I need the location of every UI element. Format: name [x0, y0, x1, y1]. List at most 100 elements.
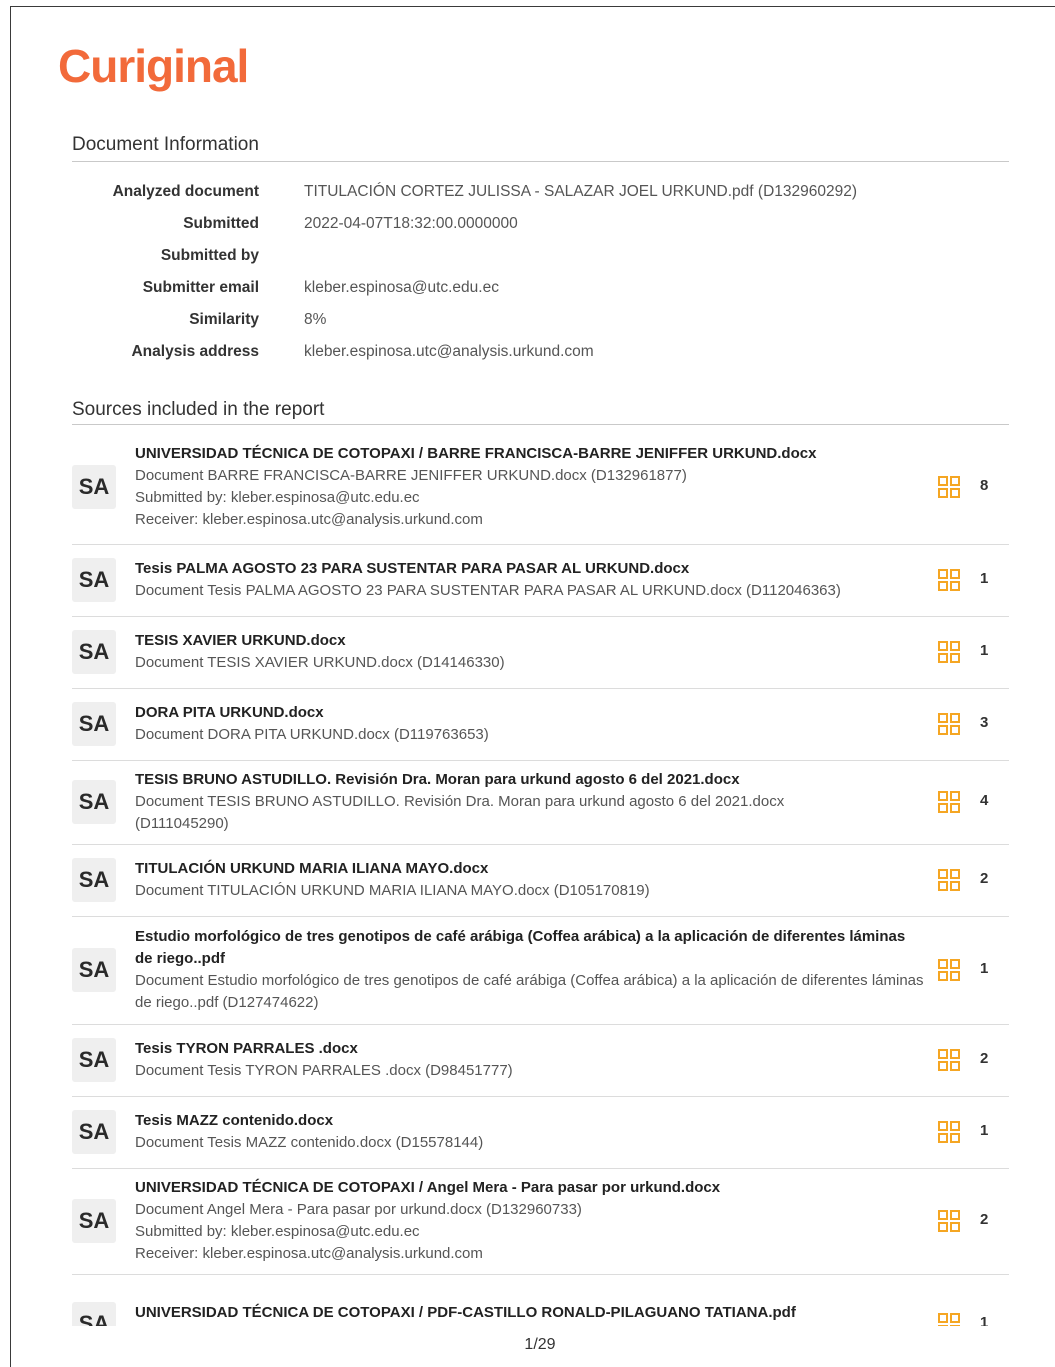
source-item[interactable]: SA TITULACIÓN URKUND MARIA ILIANA MAYO.do… — [72, 844, 1009, 917]
grid-icon[interactable] — [938, 569, 960, 591]
source-type-badge: SA — [72, 1110, 116, 1154]
source-title[interactable]: TESIS BRUNO ASTUDILLO. Revisión Dra. Mor… — [135, 769, 925, 791]
grid-icon[interactable] — [938, 1121, 960, 1143]
source-title[interactable]: UNIVERSIDAD TÉCNICA DE COTOPAXI / PDF-CA… — [135, 1302, 925, 1324]
info-label: Submitter email — [142, 279, 259, 296]
info-value: TITULACIÓN CORTEZ JULISSA - SALAZAR JOEL… — [304, 183, 858, 200]
match-count: 1 — [980, 642, 989, 659]
source-details: TITULACIÓN URKUND MARIA ILIANA MAYO.docx… — [135, 858, 925, 902]
source-details: TESIS BRUNO ASTUDILLO. Revisión Dra. Mor… — [135, 769, 925, 835]
info-value: 2022-04-07T18:32:00.0000000 — [304, 215, 518, 232]
grid-icon[interactable] — [938, 959, 960, 981]
match-count: 2 — [980, 1050, 989, 1067]
info-row: Analysis address kleber.espinosa.utc@anal… — [72, 336, 1009, 368]
source-title[interactable]: Estudio morfológico de tres genotipos de… — [135, 926, 925, 970]
source-title[interactable]: UNIVERSIDAD TÉCNICA DE COTOPAXI / BARRE … — [135, 443, 925, 465]
source-details: TESIS XAVIER URKUND.docx Document TESIS X… — [135, 630, 925, 674]
info-label: Analysis address — [131, 343, 259, 360]
source-item[interactable]: SA DORA PITA URKUND.docx Document DORA PIT… — [72, 688, 1009, 761]
source-item[interactable]: SA TESIS BRUNO ASTUDILLO. Revisión Dra. M… — [72, 760, 1009, 845]
source-item[interactable]: SA UNIVERSIDAD TÉCNICA DE COTOPAXI / Ange… — [72, 1168, 1009, 1275]
source-detail-line: Document PDF-CASTILLO RONALD-PILAGUANO T… — [135, 1324, 925, 1326]
document-information-heading: Document Information — [72, 134, 259, 155]
source-item[interactable]: SA UNIVERSIDAD TÉCNICA DE COTOPAXI / BARR… — [72, 430, 1009, 545]
source-item[interactable]: SA Estudio morfológico de tres genotipos … — [72, 916, 1009, 1025]
source-details: DORA PITA URKUND.docx Document DORA PITA … — [135, 702, 925, 746]
source-detail-line: Document Tesis PALMA AGOSTO 23 PARA SUST… — [135, 582, 841, 599]
section-divider — [72, 424, 1009, 425]
info-label: Submitted by — [160, 247, 259, 264]
grid-icon[interactable] — [938, 641, 960, 663]
source-detail-line: Document Tesis MAZZ contenido.docx (D155… — [135, 1134, 484, 1151]
source-details: Estudio morfológico de tres genotipos de… — [135, 926, 925, 1014]
source-title[interactable]: TITULACIÓN URKUND MARIA ILIANA MAYO.docx — [135, 858, 925, 880]
grid-icon[interactable] — [938, 476, 960, 498]
source-detail-line: Document BARRE FRANCISCA-BARRE JENIFFER … — [135, 467, 687, 484]
grid-icon[interactable] — [938, 1313, 960, 1326]
source-detail-line: Receiver: kleber.espinosa.utc@analysis.u… — [135, 1245, 483, 1262]
brand-logo: Curiginal — [58, 40, 249, 92]
match-count: 1 — [980, 960, 989, 977]
source-type-badge: SA — [72, 780, 116, 824]
info-label: Similarity — [189, 311, 259, 328]
source-detail-line: Submitted by: kleber.espinosa@utc.edu.ec — [135, 1223, 420, 1240]
source-detail-line: Document TITULACIÓN URKUND MARIA ILIANA … — [135, 882, 650, 899]
source-title[interactable]: UNIVERSIDAD TÉCNICA DE COTOPAXI / Angel … — [135, 1177, 925, 1199]
source-type-badge: SA — [72, 558, 116, 602]
info-row: Analyzed document TITULACIÓN CORTEZ JULIS… — [72, 176, 1009, 208]
source-details: Tesis TYRON PARRALES .docx Document Tesis… — [135, 1038, 925, 1082]
page-content: Curiginal Document Information Analyzed … — [0, 0, 1055, 1326]
source-detail-line: Submitted by: kleber.espinosa@utc.edu.ec — [135, 489, 420, 506]
source-details: Tesis MAZZ contenido.docx Document Tesis … — [135, 1110, 925, 1154]
page-number: 1/29 — [524, 1336, 556, 1353]
info-value: kleber.espinosa.utc@analysis.urkund.com — [304, 343, 594, 360]
source-title[interactable]: Tesis TYRON PARRALES .docx — [135, 1038, 925, 1060]
source-type-badge: SA — [72, 465, 116, 509]
source-item[interactable]: SA Tesis PALMA AGOSTO 23 PARA SUSTENTAR P… — [72, 544, 1009, 617]
source-details: UNIVERSIDAD TÉCNICA DE COTOPAXI / Angel … — [135, 1177, 925, 1265]
source-detail-line: Document TESIS XAVIER URKUND.docx (D1414… — [135, 654, 505, 671]
grid-icon[interactable] — [938, 869, 960, 891]
source-type-badge: SA — [72, 702, 116, 746]
source-title[interactable]: DORA PITA URKUND.docx — [135, 702, 925, 724]
info-label: Analyzed document — [112, 183, 259, 200]
match-count: 3 — [980, 714, 989, 731]
source-type-badge: SA — [72, 630, 116, 674]
sources-heading: Sources included in the report — [72, 399, 325, 420]
source-title[interactable]: Tesis MAZZ contenido.docx — [135, 1110, 925, 1132]
source-details: Tesis PALMA AGOSTO 23 PARA SUSTENTAR PAR… — [135, 558, 925, 602]
source-type-badge: SA — [72, 948, 116, 992]
match-count: 1 — [980, 570, 989, 587]
source-detail-line: Document DORA PITA URKUND.docx (D1197636… — [135, 726, 489, 743]
grid-icon[interactable] — [938, 1210, 960, 1232]
source-item[interactable]: SA Tesis MAZZ contenido.docx Document Tesi… — [72, 1096, 1009, 1169]
source-type-badge: SA — [72, 1038, 116, 1082]
source-details: UNIVERSIDAD TÉCNICA DE COTOPAXI / PDF-CA… — [135, 1302, 925, 1326]
grid-icon[interactable] — [938, 713, 960, 735]
grid-icon[interactable] — [938, 791, 960, 813]
source-detail-line: Document TESIS BRUNO ASTUDILLO. Revisión… — [135, 793, 785, 810]
source-type-badge: SA — [72, 858, 116, 902]
source-title[interactable]: Tesis PALMA AGOSTO 23 PARA SUSTENTAR PAR… — [135, 558, 925, 580]
source-detail-line: Document Estudio morfológico de tres gen… — [135, 972, 924, 1011]
info-row: Submitter email kleber.espinosa@utc.edu.e… — [72, 272, 1009, 304]
source-item[interactable]: SA Tesis TYRON PARRALES .docx Document Tes… — [72, 1024, 1009, 1097]
info-value: 8% — [304, 311, 327, 328]
match-count: 2 — [980, 870, 989, 887]
info-row: Similarity 8% — [72, 304, 1009, 336]
source-title[interactable]: TESIS XAVIER URKUND.docx — [135, 630, 925, 652]
section-divider — [72, 161, 1009, 162]
grid-icon[interactable] — [938, 1049, 960, 1071]
source-detail-line: Receiver: kleber.espinosa.utc@analysis.u… — [135, 511, 483, 528]
info-label: Submitted — [183, 215, 259, 232]
source-type-badge: SA — [72, 1199, 116, 1243]
source-type-badge: SA — [72, 1302, 116, 1326]
source-detail-line: Document Angel Mera - Para pasar por urk… — [135, 1201, 582, 1218]
source-detail-line: Document Tesis TYRON PARRALES .docx (D98… — [135, 1062, 513, 1079]
info-row: Submitted 2022-04-07T18:32:00.0000000 — [72, 208, 1009, 240]
source-detail-line: (D111045290) — [135, 815, 229, 832]
info-value: kleber.espinosa@utc.edu.ec — [304, 279, 499, 296]
source-item[interactable]: SA TESIS XAVIER URKUND.docx Document TESIS… — [72, 616, 1009, 689]
source-item[interactable]: SA UNIVERSIDAD TÉCNICA DE COTOPAXI / PDF-… — [72, 1274, 1009, 1326]
match-count: 4 — [980, 792, 989, 809]
